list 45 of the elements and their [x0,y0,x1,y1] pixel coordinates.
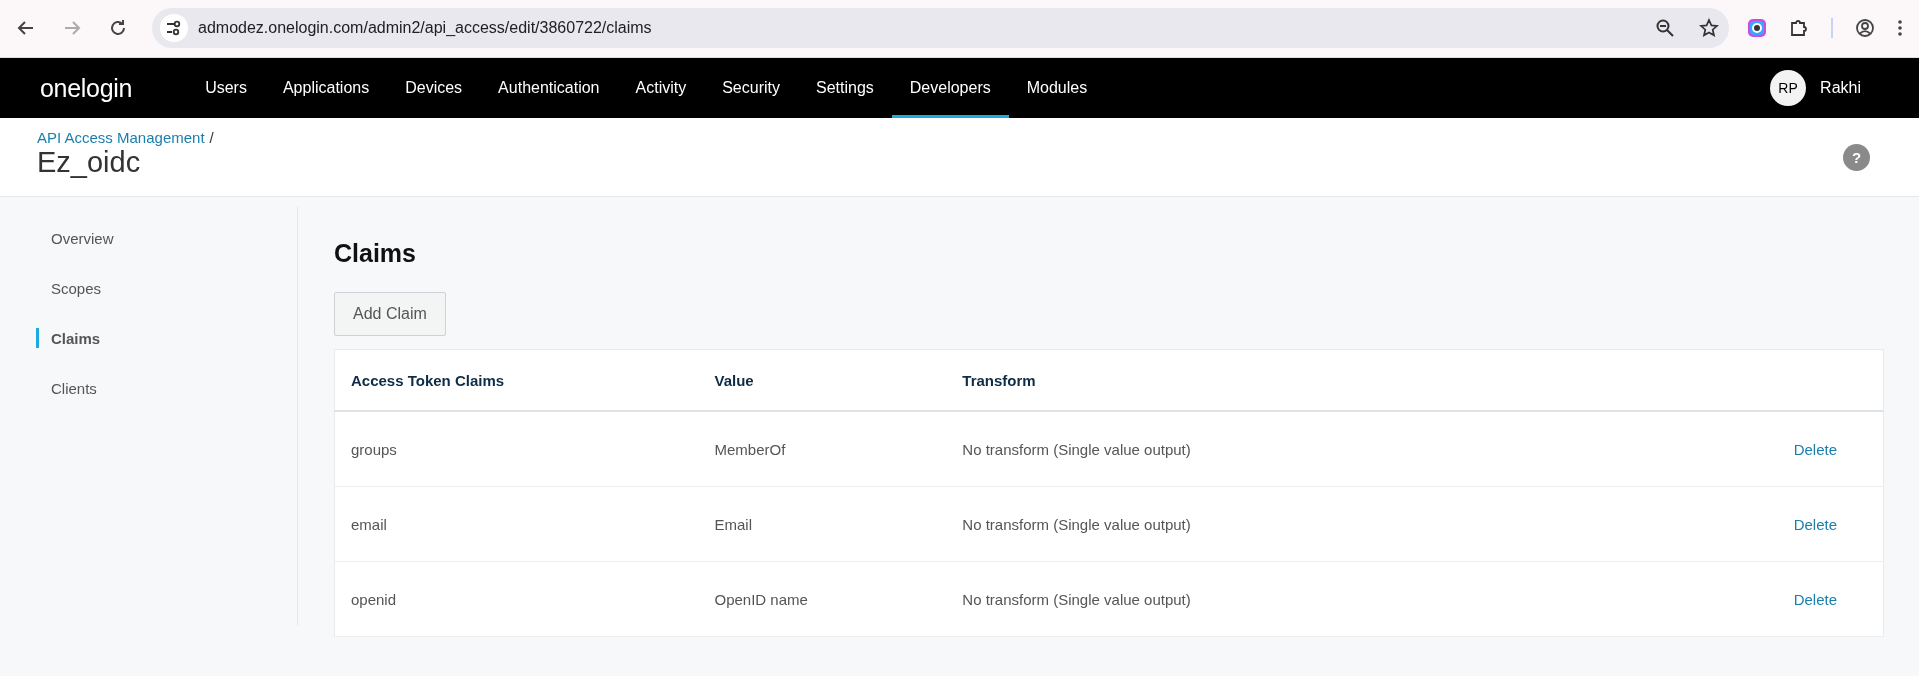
delete-link[interactable]: Delete [1793,440,1837,458]
sidebar-item[interactable]: Scopes [36,263,297,313]
nav-tab[interactable]: Applications [264,61,388,118]
transform-cell: No transform (Single value output) [946,486,1489,562]
nav-tab[interactable]: Security [704,61,798,118]
nav-tab[interactable]: Devices [387,61,481,118]
column-header: Transform [946,349,1489,411]
nav-tab[interactable]: Activity [617,61,705,118]
column-header: Value [698,349,947,411]
transform-cell: No transform (Single value output) [946,411,1489,487]
transform-cell: No transform (Single value output) [946,561,1489,637]
profile-icon[interactable] [1855,17,1875,38]
value-cell: Email [698,486,947,562]
delete-link[interactable]: Delete [1793,590,1837,608]
breadcrumb-separator: / [209,129,214,146]
puzzle-icon[interactable] [1789,17,1809,38]
nav-tab[interactable]: Users [187,61,265,118]
nav-tab[interactable]: Authentication [480,61,618,118]
page-title: Ez_oidc [37,146,142,179]
claim-cell: email [334,486,699,562]
sidebar-item[interactable]: Claims [36,328,297,348]
zoom-out-icon[interactable] [1655,17,1675,38]
address-bar[interactable]: admodez.onelogin.com/admin2/api_access/edit/3860722/claims [152,7,1729,48]
url-text: admodez.onelogin.com/admin2/api_access/edit/3860722/claims [198,18,653,37]
more-menu-icon[interactable] [1897,17,1903,38]
claim-cell: groups [334,411,699,487]
column-header: Access Token Claims [334,349,699,411]
reload-icon[interactable] [108,17,128,38]
delete-link[interactable]: Delete [1793,515,1837,533]
breadcrumb-link[interactable]: API Access Management [37,129,205,146]
add-claim-button[interactable]: Add Claim [334,292,446,336]
value-cell: OpenID name [698,561,947,637]
claim-cell: openid [334,561,699,637]
logo[interactable]: onelogin [40,73,133,103]
sidebar-item[interactable]: Clients [36,363,297,413]
user-name[interactable]: Rakhi [1820,79,1861,97]
extension-icon[interactable] [1747,17,1767,38]
sidebar-item[interactable]: Overview [36,213,297,263]
user-avatar[interactable]: RP [1770,70,1807,106]
star-icon[interactable] [1699,17,1719,38]
nav-tab[interactable]: Settings [798,61,892,118]
section-title: Claims [334,239,417,268]
nav-tab[interactable]: Modules [1008,61,1106,118]
site-settings-icon[interactable] [165,18,183,37]
value-cell: MemberOf [698,411,947,487]
